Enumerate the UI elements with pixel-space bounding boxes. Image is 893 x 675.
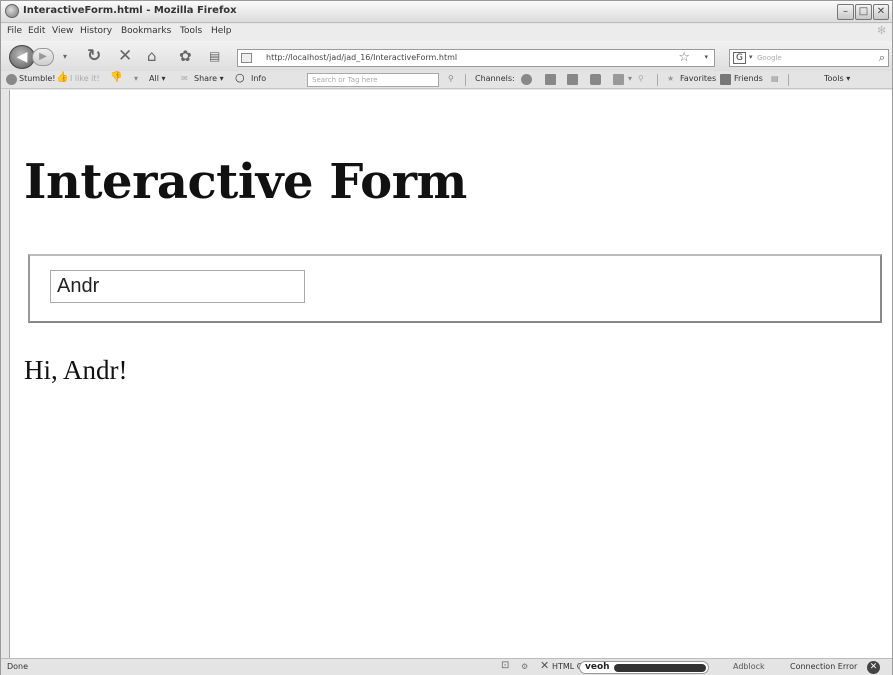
veoh-progress [614,664,706,672]
menu-help[interactable]: Help [211,26,232,36]
plugin-icon[interactable]: ⚙ [521,662,528,671]
thumbs-down-icon[interactable]: 👎 [110,72,122,83]
search-icon[interactable]: ⌕ [879,51,885,65]
status-text: Done [7,662,29,671]
sidebar-icon[interactable]: ▤ [771,74,779,83]
thumbs-up-icon[interactable]: 👍 [56,72,68,83]
tag-icon[interactable]: ⚲ [448,74,454,83]
stumble-icon [6,74,17,85]
menu-tools[interactable]: Tools [180,26,202,36]
channel-people-icon[interactable] [545,74,556,85]
stumble-button[interactable]: Stumble! [19,74,56,83]
thumbs-dropdown-icon[interactable]: ▾ [134,74,138,83]
rss-icon[interactable]: ▤ [209,46,220,66]
window-title: InteractiveForm.html - Mozilla Firefox [23,5,237,16]
page-viewport: Interactive Form Hi, Andr! [9,90,892,658]
page-heading: Interactive Form [24,154,467,210]
adblock-label[interactable]: Adblock [733,662,765,671]
home-icon[interactable]: ⌂ [147,46,157,66]
history-dropdown-icon[interactable]: ▾ [63,47,67,67]
favorites-star-icon: ★ [667,74,675,83]
title-bar: InteractiveForm.html - Mozilla Firefox –… [1,1,892,23]
throbber-icon: ✻ [877,24,887,37]
toolbar-separator [465,74,466,86]
veoh-widget[interactable]: veoh [579,661,709,674]
search-engine-dropdown-icon[interactable]: ▾ [749,53,753,61]
tag-search-placeholder[interactable]: Search or Tag here [312,76,378,84]
search-placeholder[interactable]: Google [757,54,782,62]
connection-status[interactable]: Connection Error [790,662,857,671]
search-box[interactable]: G ▾ Google ⌕ [729,49,889,67]
menu-bookmarks[interactable]: Bookmarks [121,26,171,36]
channels-label: Channels: [475,74,515,83]
menu-history[interactable]: History [80,26,112,36]
share-button[interactable]: Share ▾ [194,74,224,83]
url-text[interactable]: http://localhost/jad/jad_16/InteractiveF… [266,53,457,62]
channel-globe-icon[interactable] [521,74,532,85]
addon-icon[interactable]: ✿ [179,46,192,66]
veoh-label: veoh [585,662,610,672]
maximize-button[interactable]: □ [855,4,872,20]
menu-file[interactable]: File [7,26,22,36]
favorites-button[interactable]: Favorites [680,74,716,83]
menu-bar: File Edit View History Bookmarks Tools H… [1,24,892,41]
cache-cross-icon: ✕ [540,659,550,672]
tag-search-input[interactable]: Search or Tag here [307,73,439,87]
info-icon: ○ [235,71,245,84]
url-dropdown-icon[interactable]: ▾ [704,53,708,61]
site-favicon [241,53,252,63]
toolbar-separator-3 [788,74,789,86]
status-bar: Done ⊡ ⚙ ✕ HTML Cache is empty veoh Adbl… [1,658,892,675]
channels-dropdown-icon[interactable]: ▾ [628,74,632,83]
friends-icon [720,74,731,85]
friends-button[interactable]: Friends [734,74,763,83]
name-input[interactable] [50,270,305,303]
bookmark-star-icon[interactable]: ☆ [678,50,690,65]
channel-camera-icon[interactable] [590,74,601,85]
reload-icon[interactable]: ↻ [87,46,101,66]
close-button[interactable]: ✕ [873,4,889,20]
url-bar[interactable]: http://localhost/jad/jad_16/InteractiveF… [237,49,715,67]
navigation-toolbar: ◀ ▶ ▾ ↻ ✕ ⌂ ✿ ▤ http://localhost/jad/jad… [1,41,892,71]
firefox-icon [5,4,19,18]
channel-tv-icon[interactable] [567,74,578,85]
share-icon: ✉ [181,74,188,83]
menu-view[interactable]: View [52,26,73,36]
forward-button[interactable]: ▶ [32,48,54,66]
channel-video-icon[interactable] [613,74,624,85]
browser-window: InteractiveForm.html - Mozilla Firefox –… [0,0,893,675]
google-icon[interactable]: G [733,52,746,64]
form-fieldset [28,254,882,323]
all-dropdown[interactable]: All ▾ [149,74,165,83]
channel-tag-icon[interactable]: ⚲ [638,74,644,83]
info-button[interactable]: Info [251,74,266,83]
error-icon[interactable]: ✕ [867,661,880,674]
addon-status-icon[interactable]: ⊡ [501,660,509,671]
tools-dropdown[interactable]: Tools ▾ [824,74,850,83]
toolbar-separator-2 [657,74,658,86]
stop-icon[interactable]: ✕ [118,46,132,66]
minimize-button[interactable]: – [837,4,854,20]
stumbleupon-toolbar: Stumble! 👍 I like it! 👎 ▾ All ▾ ✉ Share … [1,71,892,89]
menu-edit[interactable]: Edit [28,26,45,36]
greeting-text: Hi, Andr! [24,355,128,385]
i-like-it-button[interactable]: I like it! [70,74,100,83]
